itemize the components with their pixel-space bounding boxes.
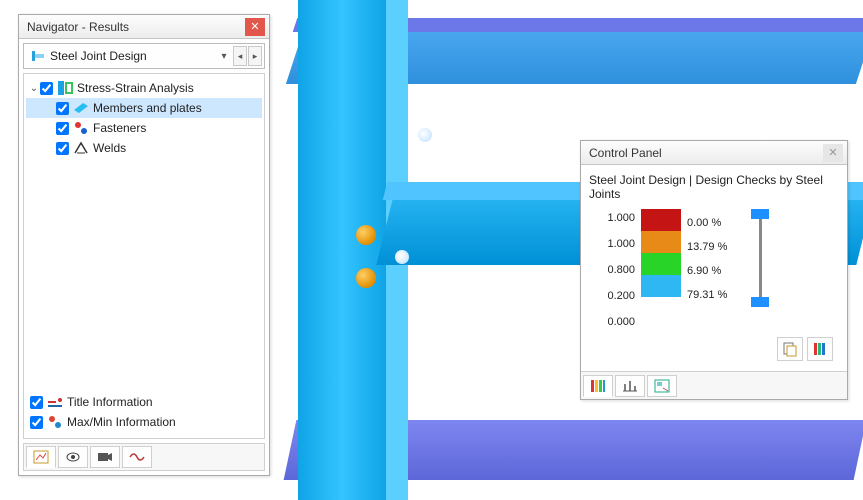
caret-down-icon[interactable]: ⌄ bbox=[28, 83, 40, 94]
tab-color-scale[interactable] bbox=[583, 375, 613, 397]
legend-percents: 0.00 % 13.79 % 6.90 % 79.31 % bbox=[687, 209, 741, 307]
control-titlebar[interactable]: Control Panel ✕ bbox=[581, 141, 847, 165]
chevron-down-icon[interactable]: ▾ bbox=[216, 51, 232, 62]
percent-label: 79.31 % bbox=[687, 289, 741, 307]
hole bbox=[395, 250, 409, 264]
tree-checkbox[interactable] bbox=[56, 142, 69, 155]
option-maxmin-info[interactable]: Max/Min Information bbox=[30, 412, 258, 432]
navigator-dropdown-label: Steel Joint Design bbox=[50, 49, 147, 63]
slider-track bbox=[759, 213, 762, 305]
title-info-icon bbox=[47, 394, 63, 410]
tree-label: Stress-Strain Analysis bbox=[77, 81, 194, 95]
tree-label: Fasteners bbox=[93, 121, 146, 135]
tick-label: 0.800 bbox=[589, 261, 635, 279]
option-checkbox[interactable] bbox=[30, 396, 43, 409]
bolt bbox=[356, 268, 376, 288]
percent-label: 13.79 % bbox=[687, 241, 741, 259]
navigator-tabs bbox=[23, 443, 265, 471]
control-subtitle: Steel Joint Design | Design Checks by St… bbox=[589, 171, 839, 209]
tick-label: 1.000 bbox=[589, 209, 635, 227]
bolt bbox=[356, 225, 376, 245]
percent-label: 0.00 % bbox=[687, 217, 741, 235]
weld-icon bbox=[73, 140, 89, 156]
tree-item-fasteners[interactable]: Fasteners bbox=[26, 118, 262, 138]
prev-button[interactable]: ◂ bbox=[233, 46, 247, 66]
slider-handle-max[interactable] bbox=[751, 209, 769, 219]
analysis-icon bbox=[57, 80, 73, 96]
legend-ticks: 1.000 1.000 0.800 0.200 0.000 bbox=[589, 209, 635, 331]
copy-legend-button[interactable] bbox=[777, 337, 803, 361]
fasteners-icon bbox=[73, 120, 89, 136]
range-slider[interactable] bbox=[747, 209, 775, 309]
navigator-type-dropdown[interactable]: Steel Joint Design ▾ ◂ ▸ bbox=[23, 43, 265, 69]
slider-handle-min[interactable] bbox=[751, 297, 769, 307]
edit-colors-button[interactable] bbox=[807, 337, 833, 361]
tree-label: Members and plates bbox=[93, 101, 202, 115]
tab-camera[interactable] bbox=[90, 446, 120, 468]
legend: 1.000 1.000 0.800 0.200 0.000 0.00 % 13.… bbox=[589, 209, 839, 331]
legend-swatch bbox=[641, 231, 681, 253]
control-title: Control Panel bbox=[589, 146, 662, 160]
joint-icon bbox=[30, 48, 46, 64]
close-icon[interactable]: ✕ bbox=[823, 144, 843, 162]
option-title-info[interactable]: Title Information bbox=[30, 392, 258, 412]
hole bbox=[418, 128, 432, 142]
tick-label: 0.200 bbox=[589, 287, 635, 305]
navigator-title: Navigator - Results bbox=[27, 20, 129, 34]
navigator-tree: ⌄ Stress-Strain Analysis Members and pla… bbox=[23, 73, 265, 439]
legend-swatch bbox=[641, 275, 681, 297]
option-checkbox[interactable] bbox=[30, 416, 43, 429]
tree-checkbox[interactable] bbox=[56, 102, 69, 115]
plate-icon bbox=[73, 100, 89, 116]
tree-checkbox[interactable] bbox=[40, 82, 53, 95]
tree-label: Welds bbox=[93, 141, 126, 155]
tab-visibility[interactable] bbox=[58, 446, 88, 468]
percent-label: 6.90 % bbox=[687, 265, 741, 283]
column bbox=[298, 0, 386, 500]
tick-label: 1.000 bbox=[589, 235, 635, 253]
control-tabs bbox=[581, 371, 847, 399]
tree-item-root[interactable]: ⌄ Stress-Strain Analysis bbox=[26, 78, 262, 98]
tree-item-members-plates[interactable]: Members and plates bbox=[26, 98, 262, 118]
close-icon[interactable]: ✕ bbox=[245, 18, 265, 36]
tick-label: 0.000 bbox=[589, 313, 635, 331]
option-label: Max/Min Information bbox=[67, 415, 176, 429]
option-label: Title Information bbox=[67, 395, 153, 409]
legend-swatch bbox=[641, 253, 681, 275]
tab-deformation[interactable] bbox=[122, 446, 152, 468]
tab-filter[interactable] bbox=[647, 375, 677, 397]
legend-swatch bbox=[641, 209, 681, 231]
control-panel: Control Panel ✕ Steel Joint Design | Des… bbox=[580, 140, 848, 400]
next-button[interactable]: ▸ bbox=[248, 46, 262, 66]
tree-item-welds[interactable]: Welds bbox=[26, 138, 262, 158]
tree-checkbox[interactable] bbox=[56, 122, 69, 135]
legend-swatches bbox=[641, 209, 681, 297]
tab-factors[interactable] bbox=[615, 375, 645, 397]
tab-results[interactable] bbox=[26, 446, 56, 468]
navigator-panel: Navigator - Results ✕ Steel Joint Design… bbox=[18, 14, 270, 476]
navigator-titlebar[interactable]: Navigator - Results ✕ bbox=[19, 15, 269, 39]
maxmin-icon bbox=[47, 414, 63, 430]
